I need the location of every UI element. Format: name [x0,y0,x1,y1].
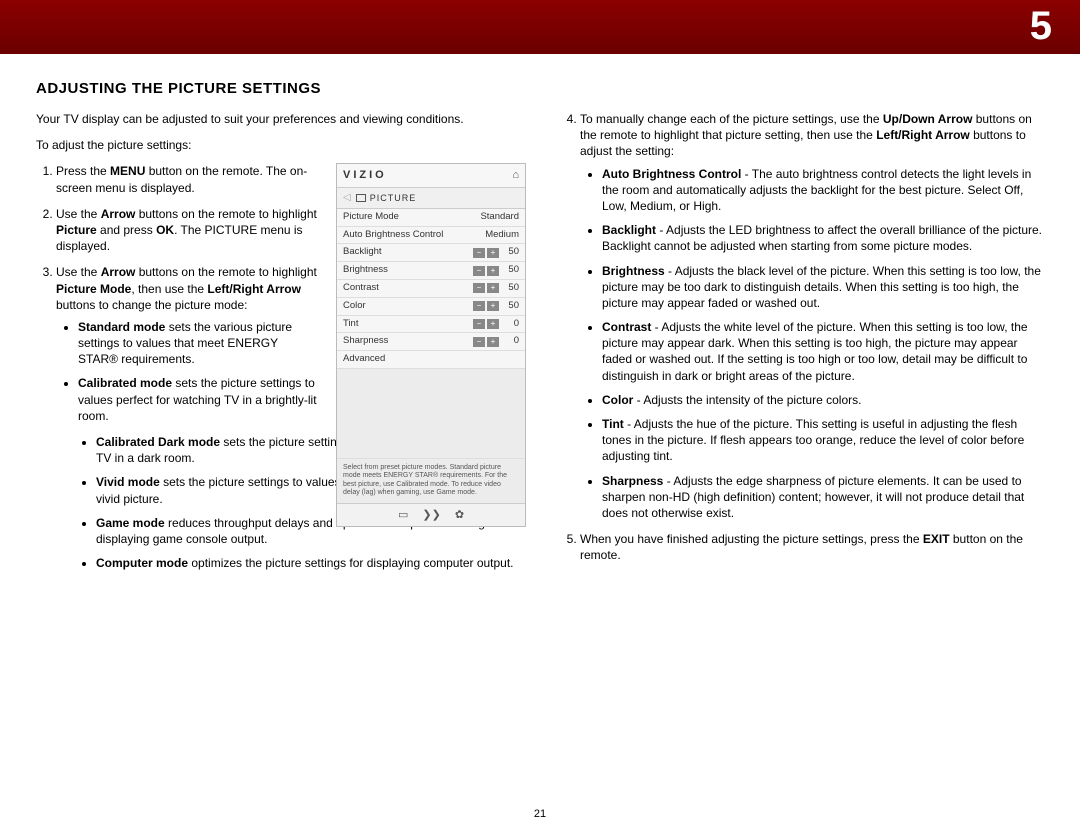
step-1: Press the MENU button on the remote. The… [56,163,321,195]
lead-in: To adjust the picture settings: [36,137,520,153]
left-top-wrap: Press the MENU button on the remote. The… [36,163,520,424]
steps-list-right: To manually change each of the picture s… [560,111,1044,564]
mode-standard: Standard mode sets the various picture s… [78,319,321,368]
mode-calibrated: Calibrated mode sets the picture setting… [78,375,321,424]
setting-brightness: Brightness - Adjusts the black level of … [602,263,1044,312]
mode-list-top: Standard mode sets the various picture s… [56,319,321,424]
chapter-number: 5 [1030,4,1052,49]
back-arrow-icon: ◁ [343,191,352,205]
left-column: Your TV display can be adjusted to suit … [36,111,520,579]
section-title: ADJUSTING THE PICTURE SETTINGS [36,80,1044,97]
osd-brand: VIZIO [343,168,387,183]
picture-icon [356,194,366,202]
osd-title: PICTURE [370,192,417,204]
setting-color: Color - Adjusts the intensity of the pic… [602,392,1044,408]
intro-text: Your TV display can be adjusted to suit … [36,111,520,127]
step-4: To manually change each of the picture s… [580,111,1044,521]
home-icon: ⌂ [512,168,519,183]
setting-contrast: Contrast - Adjusts the white level of th… [602,319,1044,384]
osd-help-text: Select from preset picture modes. Standa… [337,459,525,503]
setting-tint: Tint - Adjusts the hue of the picture. T… [602,416,1044,465]
setting-abc: Auto Brightness Control - The auto brigh… [602,166,1044,215]
page-number: 21 [0,808,1080,820]
gear-icon: ✿ [455,508,464,523]
setting-sharpness: Sharpness - Adjusts the edge sharpness o… [602,473,1044,522]
step-5: When you have finished adjusting the pic… [580,531,1044,563]
wide-icon: ▭ [398,508,408,523]
page-body: ADJUSTING THE PICTURE SETTINGS Your TV d… [0,54,1080,579]
mode-computer: Computer mode optimizes the picture sett… [96,555,520,571]
chevron-down-icon: ❯❯ [422,508,440,523]
osd-screenshot: VIZIO ⌂ ◁ PICTURE Picture ModeStandard A… [336,163,526,527]
chapter-header: 5 [0,0,1080,54]
right-column: To manually change each of the picture s… [560,111,1044,579]
step-2: Use the Arrow buttons on the remote to h… [56,206,321,255]
steps-list-left: Press the MENU button on the remote. The… [36,163,321,424]
setting-backlight: Backlight - Adjusts the LED brightness t… [602,222,1044,254]
settings-list: Auto Brightness Control - The auto brigh… [580,166,1044,522]
step-3: Use the Arrow buttons on the remote to h… [56,264,321,424]
